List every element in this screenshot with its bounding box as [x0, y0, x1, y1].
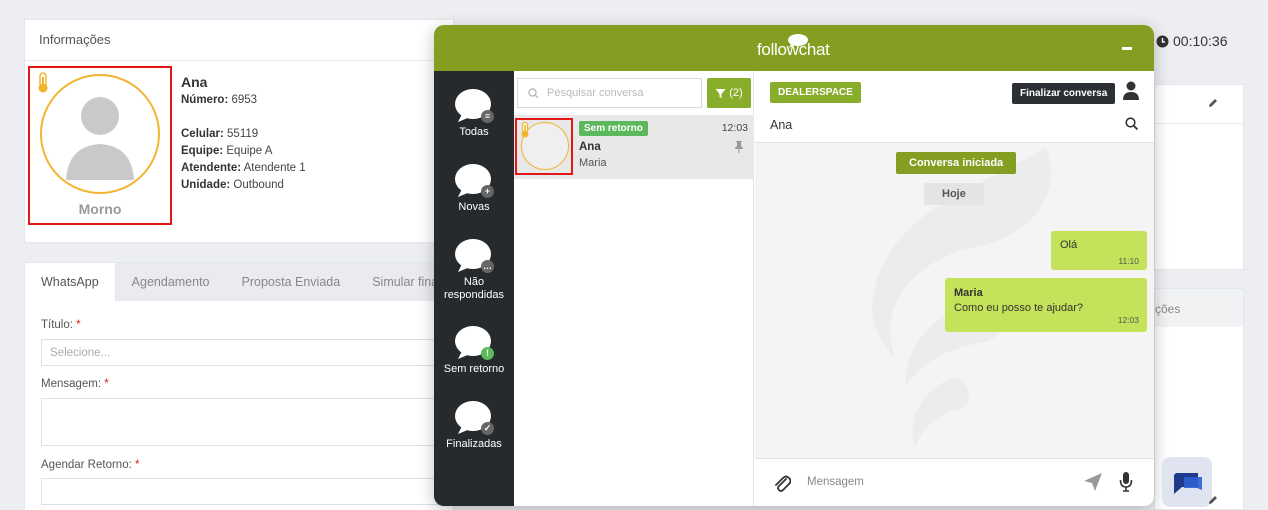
logo-bubble-icon [788, 34, 808, 48]
chat-bubble-icon: ✓ [454, 401, 494, 435]
equipe-row: Equipe: Equipe A [181, 145, 273, 157]
mensagem-textarea[interactable] [41, 398, 461, 446]
send-icon[interactable] [1083, 472, 1103, 492]
contact-name: Ana [181, 74, 208, 90]
dealer-tag: DEALERSPACE [770, 82, 861, 103]
titulo-select[interactable]: Selecione... [41, 339, 461, 366]
chat-bubble-icon: ≡ [454, 89, 494, 123]
avatar [40, 74, 160, 194]
pin-icon[interactable] [734, 141, 744, 153]
numero-row: Número: 6953 [181, 94, 258, 106]
avatar-highlight: Morno [28, 66, 172, 225]
message-bubble: Olá 11:10 [1051, 231, 1147, 270]
list-badge-icon: ≡ [481, 110, 494, 123]
exclamation-badge-icon: ! [481, 347, 494, 360]
conversation-started-label: Conversa iniciada [896, 152, 1017, 174]
message-input[interactable]: Mensagem [807, 476, 864, 488]
person-silhouette-icon [66, 97, 134, 180]
message-time: 11:10 [1118, 256, 1139, 266]
nav-todas[interactable]: ≡ Todas [434, 89, 514, 139]
side-card-header: ções [1155, 289, 1243, 327]
atendente-row: Atendente: Atendente 1 [181, 162, 306, 174]
chat-bubble-icon: + [454, 164, 494, 198]
status-badge: Sem retorno [579, 121, 648, 136]
chat-header: DEALERSPACE Finalizar conversa Ana [755, 71, 1154, 143]
agendar-input[interactable] [41, 478, 461, 505]
widget-header: followchat [434, 25, 1154, 71]
info-card: Informações Morno Ana Número: 6953 Celul… [24, 19, 454, 243]
unidade-row: Unidade: Outbound [181, 179, 284, 191]
message-text: Como eu posso te ajudar? [954, 302, 1084, 314]
celular-row: Celular: 55119 [181, 128, 259, 140]
message-text: Olá [1060, 239, 1078, 251]
minimize-button[interactable] [1122, 47, 1132, 50]
nav-finalizadas[interactable]: ✓ Finalizadas [434, 401, 514, 451]
followchat-widget: followchat ≡ Todas + Novas … Não respond… [434, 25, 1154, 506]
chat-launcher-icon [1174, 473, 1202, 494]
search-conversation-input[interactable]: Pesquisar conversa [517, 78, 702, 108]
conversation-list: Pesquisar conversa (2) Sem retorno 12:03… [514, 71, 754, 506]
nav-novas[interactable]: + Novas [434, 164, 514, 214]
message-composer: Mensagem [755, 458, 1154, 506]
chat-bubble-icon: … [454, 239, 494, 273]
message-time: 12:03 [1117, 315, 1139, 325]
tab-whatsapp[interactable]: WhatsApp [25, 263, 116, 301]
message-bubble: Maria Como eu posso te ajudar? 12:03 [945, 278, 1147, 332]
temperature-label: Morno [78, 201, 122, 217]
microphone-icon[interactable] [1119, 471, 1133, 493]
pencil-icon[interactable] [1207, 97, 1219, 109]
message-author: Maria [954, 287, 983, 299]
conversation-name: Ana [579, 141, 601, 153]
tab-bar: WhatsApp Agendamento Proposta Enviada Si… [25, 263, 453, 301]
search-icon [528, 87, 539, 99]
mensagem-label: Mensagem: * [41, 378, 109, 390]
filter-button[interactable]: (2) [707, 78, 751, 108]
chat-contact-name: Ana [770, 118, 793, 132]
timer-value: 00:10:36 [1173, 33, 1228, 49]
conversation-agent: Maria [579, 157, 607, 169]
filter-icon [715, 88, 726, 98]
timer-area: 00:10:36 [1154, 19, 1244, 63]
divider [25, 60, 453, 61]
pencil-icon[interactable] [1207, 494, 1219, 506]
chat-panel: DEALERSPACE Finalizar conversa Ana Conve… [755, 71, 1154, 506]
nav-nao-respondidas[interactable]: … Não respondidas [434, 239, 514, 302]
conversation-item[interactable]: Sem retorno 12:03 Ana Maria [514, 115, 754, 179]
contact-details: Ana Número: 6953 Celular: 55119 Equipe: … [181, 74, 306, 194]
thermometer-icon [521, 122, 529, 138]
finish-conversation-button[interactable]: Finalizar conversa [1012, 83, 1116, 104]
timer: 00:10:36 [1156, 33, 1228, 49]
nav-sem-retorno[interactable]: ! Sem retorno [434, 326, 514, 376]
side-card [1154, 84, 1244, 270]
avatar-highlight [515, 118, 573, 175]
check-badge-icon: ✓ [481, 422, 494, 435]
widget-sidebar: ≡ Todas + Novas … Não respondidas ! Sem … [434, 71, 514, 506]
divider [1155, 123, 1243, 124]
tabs-card: WhatsApp Agendamento Proposta Enviada Si… [24, 262, 461, 510]
tab-proposta-enviada[interactable]: Proposta Enviada [226, 263, 357, 301]
plus-badge-icon: + [481, 185, 494, 198]
search-icon[interactable] [1125, 117, 1139, 131]
followchat-launcher-button[interactable] [1162, 457, 1212, 507]
info-title: Informações [39, 32, 111, 47]
day-separator: Hoje [924, 183, 984, 205]
user-icon[interactable] [1122, 81, 1140, 101]
conversation-time: 12:03 [721, 122, 748, 134]
chat-bubble-icon: ! [454, 326, 494, 360]
titulo-label: Título: * [41, 319, 81, 331]
attachment-icon[interactable] [773, 473, 791, 493]
thermometer-icon [38, 72, 48, 93]
agendar-label: Agendar Retorno: * [41, 459, 140, 471]
clock-icon [1156, 35, 1169, 47]
tab-agendamento[interactable]: Agendamento [116, 263, 226, 301]
dots-badge-icon: … [481, 260, 494, 273]
